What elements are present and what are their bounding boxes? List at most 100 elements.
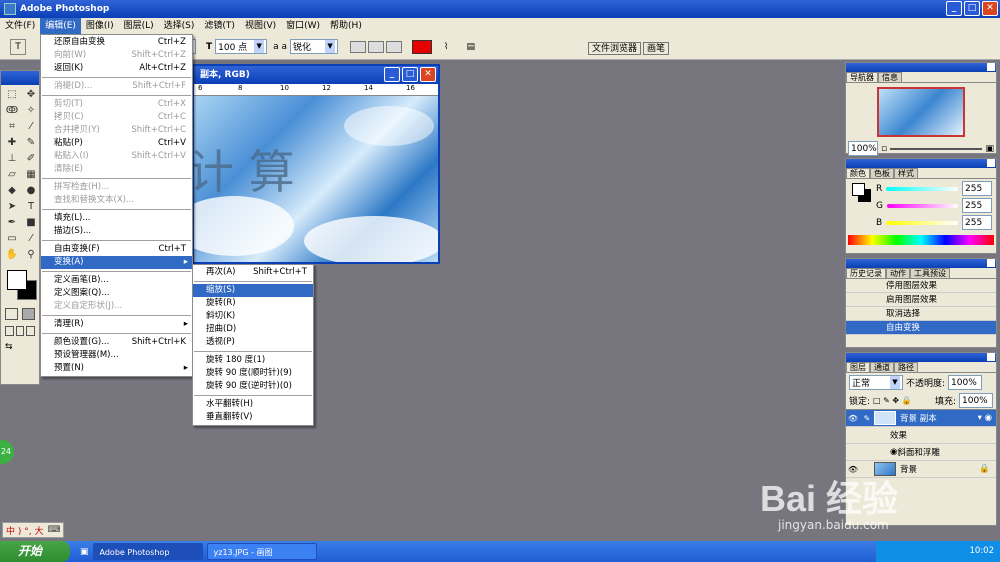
gradient-tool-icon[interactable]: ▦ [22,167,40,182]
type-tool-icon[interactable]: T [22,199,40,214]
edit_menu-item[interactable]: 描边(S)... [41,225,192,238]
antialias-select[interactable]: 锐化 ▼ [290,39,339,54]
align-right-icon[interactable] [386,40,403,53]
transform_menu-item[interactable]: 旋转 90 度(逆时针)(0) [193,380,313,393]
zoom-input[interactable]: 100% [848,141,878,156]
channel-r-slider[interactable] [886,186,958,191]
screen-mode-3-icon[interactable] [26,326,36,336]
dodge-tool-icon[interactable]: ● [22,183,40,198]
menu-image[interactable]: 图像(I) [81,18,119,34]
tab-color[interactable]: 颜色 [846,168,870,178]
lock-icons[interactable]: □ ✎ ✥ 🔒 [873,396,932,405]
ime-bar[interactable]: 中 ) °, 大 ⌨ [2,522,65,538]
effects-row[interactable]: 效果 [846,427,996,444]
tab-paths[interactable]: 路径 [894,362,918,372]
edit_menu-item[interactable]: 填充(L)... [41,212,192,225]
tab-actions[interactable]: 动作 [886,268,910,278]
bevel-emboss-row[interactable]: ◉ 斜面和浮雕 [846,444,996,461]
menu-help[interactable]: 帮助(H) [325,18,367,34]
edit_menu-item[interactable]: 定义图案(Q)... [41,287,192,300]
edit_menu-item[interactable]: 清除(E) [41,163,192,176]
tab-navigator[interactable]: 导航器 [846,72,878,82]
transform_menu-item[interactable]: 旋转(R) [193,297,313,310]
tab-layers[interactable]: 图层 [846,362,870,372]
tab-history[interactable]: 历史记录 [846,268,886,278]
transform_menu-item[interactable]: 缩放(S) [193,284,313,297]
marquee-tool-icon[interactable]: ⬚ [3,87,21,102]
warp-text-icon[interactable]: ⌇ [444,42,448,52]
edit_menu-item[interactable]: 清理(R) ▸ [41,318,192,331]
menu-filter[interactable]: 滤镜(T) [199,18,240,34]
foreground-color[interactable] [7,270,27,290]
edit_menu-item[interactable]: 合并拷贝(Y) Shift+Ctrl+C [41,124,192,137]
crop-tool-icon[interactable]: ⌗ [3,119,21,134]
fg-swatch[interactable] [852,183,865,196]
channel-b-value[interactable]: 255 [962,215,992,230]
path-select-icon[interactable]: ➤ [3,199,21,214]
screen-mode-1-icon[interactable] [5,326,14,336]
menu-layer[interactable]: 图层(L) [119,18,159,34]
move-tool-icon[interactable]: ✥ [22,87,40,102]
text-tool-icon[interactable]: T [10,38,26,55]
maximize-button[interactable]: □ [964,1,980,16]
text-color-swatch[interactable] [412,39,433,54]
lasso-tool-icon[interactable]: ↂ [3,103,21,118]
image-canvas[interactable]: 计 算 [194,96,438,262]
transform_menu-item[interactable]: 水平翻转(H) [193,398,313,411]
menu-select[interactable]: 选择(S) [159,18,200,34]
align-left-icon[interactable] [350,40,367,53]
close-button[interactable]: ✕ [982,1,998,16]
edit_menu-item[interactable]: 剪切(T) Ctrl+X [41,98,192,111]
fill-input[interactable]: 100% [959,393,993,408]
edit_menu-item[interactable]: 变换(A) ▸ [41,256,192,269]
tab-brushes[interactable]: 画笔 [643,42,670,55]
edit_menu-item[interactable]: 定义自定形状(J)... [41,300,192,313]
menu-view[interactable]: 视图(V) [240,18,281,34]
tab-info[interactable]: 信息 [878,72,902,82]
history-item-current[interactable]: 自由变换 [846,321,996,335]
tab-swatches[interactable]: 色板 [870,168,894,178]
history-item[interactable]: 停用图层效果 [846,279,996,293]
doc-close-button[interactable]: ✕ [420,67,436,82]
zoom-tool-icon[interactable]: ⚲ [22,247,40,262]
blur-tool-icon[interactable]: ◆ [3,183,21,198]
quickmask-mode-icon[interactable] [22,308,35,320]
edit_menu-item[interactable]: 拷贝(C) Ctrl+C [41,111,192,124]
imageready-icon[interactable]: ⇆ [1,338,39,356]
magic-wand-icon[interactable]: ✧ [22,103,40,118]
blend-mode-select[interactable]: 正常 ▼ [849,375,903,390]
edit_menu-item[interactable]: 向前(W) Shift+Ctrl+Z [41,49,192,62]
tab-file-browser[interactable]: 文件浏览器 [588,42,642,55]
transform_menu-item[interactable]: 再次(A) Shift+Ctrl+T [193,266,313,279]
tab-styles[interactable]: 样式 [894,168,918,178]
panel-close-icon[interactable] [987,159,995,167]
minimize-button[interactable]: _ [946,1,962,16]
navigator-thumbnail[interactable] [877,87,965,137]
edit_menu-item[interactable]: 还原自由变换 Ctrl+Z [41,36,192,49]
panel-close-icon[interactable] [987,259,995,267]
history-item[interactable]: 启用图层效果 [846,293,996,307]
edit_menu-item[interactable]: 自由变换(F) Ctrl+T [41,243,192,256]
tab-tool-presets[interactable]: 工具预设 [910,268,950,278]
palette-toggle-icon[interactable]: ▤ [466,42,475,52]
transform_menu-item[interactable]: 旋转 90 度(顺时针)(9) [193,367,313,380]
zoom-out-icon[interactable]: ▫ [881,144,887,154]
align-center-icon[interactable] [368,40,385,53]
opacity-input[interactable]: 100% [948,375,983,390]
brush-tool-icon[interactable]: ✎ [22,135,40,150]
screen-mode-2-icon[interactable] [15,326,25,336]
keyboard-icon[interactable]: ⌨ [47,525,60,535]
history-item[interactable]: 取消选择 [846,307,996,321]
transform_menu-item[interactable]: 斜切(K) [193,310,313,323]
edit_menu-item[interactable]: 拼写检查(H)... [41,181,192,194]
edit_menu-item[interactable]: 粘贴入(I) Shift+Ctrl+V [41,150,192,163]
edit_menu-item[interactable]: 消褪(D)... Shift+Ctrl+F [41,80,192,93]
notes-tool-icon[interactable]: ▭ [3,231,21,246]
menu-file[interactable]: 文件(F) [0,18,40,34]
channel-r-value[interactable]: 255 [962,181,992,196]
channel-b-slider[interactable] [886,220,958,225]
edit_menu-item[interactable]: 预置(N) ▸ [41,362,192,375]
doc-maximize-button[interactable]: □ [402,67,418,82]
tab-channels[interactable]: 通道 [870,362,894,372]
task-paint[interactable]: yz13.JPG - 画图 [206,543,317,560]
